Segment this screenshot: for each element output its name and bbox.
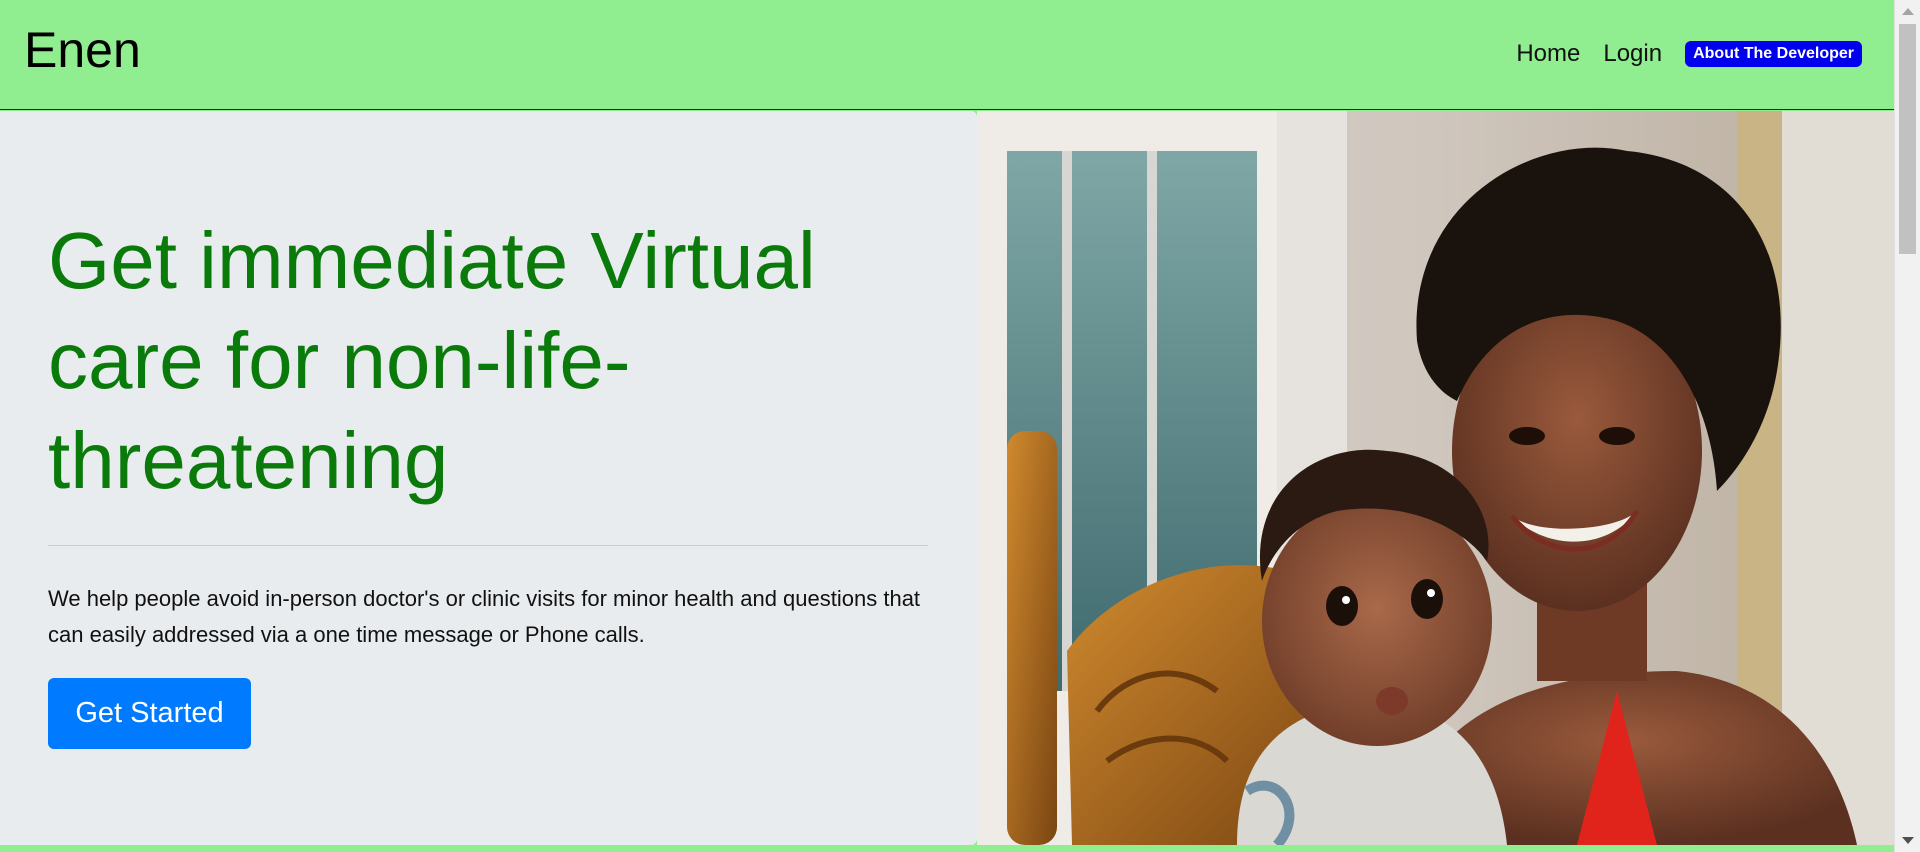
scroll-down-arrow-icon[interactable] bbox=[1902, 837, 1914, 844]
brand-logo[interactable]: Enen bbox=[24, 20, 141, 80]
navbar: Enen Home Login About The Developer bbox=[0, 0, 1894, 110]
hero-photo bbox=[977, 111, 1894, 845]
nav-links: Home Login About The Developer bbox=[1493, 38, 1862, 70]
nav-home-link[interactable]: Home bbox=[1516, 38, 1580, 70]
page-scrollbar[interactable] bbox=[1894, 0, 1920, 852]
scroll-up-arrow-icon[interactable] bbox=[1902, 8, 1914, 15]
get-started-button[interactable]: Get Started bbox=[48, 678, 251, 749]
hero-description: We help people avoid in-person doctor's … bbox=[48, 586, 921, 647]
scroll-thumb[interactable] bbox=[1899, 24, 1916, 254]
about-developer-badge[interactable]: About The Developer bbox=[1685, 41, 1862, 67]
main-content: Get immediate Virtual care for non-life-… bbox=[0, 111, 1894, 845]
hero-headline: Get immediate Virtual care for non-life-… bbox=[48, 216, 816, 505]
mother-and-baby-image bbox=[977, 111, 1894, 845]
nav-login-link[interactable]: Login bbox=[1603, 38, 1662, 70]
hero-panel: Get immediate Virtual care for non-life-… bbox=[0, 111, 977, 845]
hero-divider bbox=[48, 545, 928, 546]
